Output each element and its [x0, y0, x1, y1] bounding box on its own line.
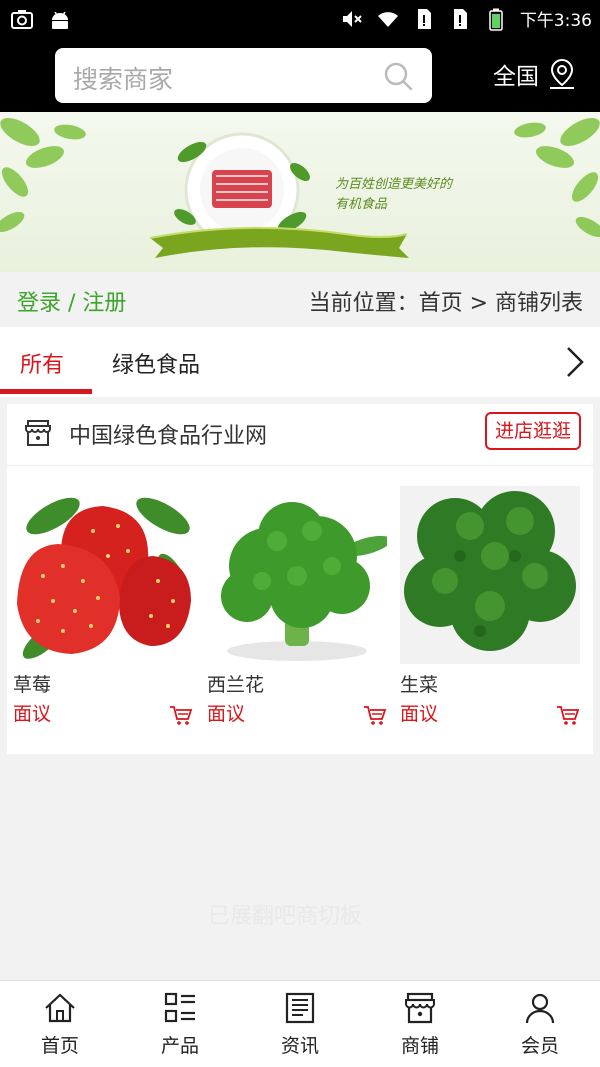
shop-icon	[25, 420, 51, 446]
screenshot-icon	[11, 10, 33, 29]
nav-home-label: 首页	[40, 1035, 79, 1057]
product-image-strawberry[interactable]	[13, 486, 193, 664]
home-icon	[45, 993, 75, 1023]
user-icon	[525, 993, 555, 1024]
cart-icon[interactable]	[363, 704, 387, 726]
breadcrumb: 当前位置：首页 > 商铺列表	[308, 291, 583, 316]
shop-icon	[405, 992, 435, 1024]
sim2-icon	[453, 8, 467, 29]
banner-slogan-1: 为百姓创造更美好的	[335, 177, 454, 192]
location-pin-icon	[550, 58, 574, 89]
news-icon	[285, 992, 315, 1024]
product-card[interactable]: 生菜 面议	[400, 486, 580, 726]
wifi-icon	[377, 11, 398, 27]
nav-products[interactable]: 产品	[120, 991, 240, 1058]
battery-icon	[489, 8, 503, 31]
breadcrumb-bar: 登录 / 注册 当前位置：首页 > 商铺列表	[0, 272, 600, 327]
sim1-icon	[417, 8, 431, 29]
banner-illustration: 为百姓创造更美好的 有机食品	[0, 118, 600, 258]
banner-slogan-2: 有机食品	[335, 196, 388, 212]
nav-shops-label: 商铺	[400, 1035, 439, 1057]
product-image-broccoli[interactable]	[207, 486, 387, 664]
chevron-right-icon[interactable]	[564, 345, 586, 379]
product-name[interactable]: 西兰花	[207, 670, 387, 697]
product-card[interactable]: 西兰花 面议	[207, 486, 387, 726]
region-label: 全国	[493, 64, 539, 90]
product-price: 面议	[13, 703, 52, 725]
nav-shops[interactable]: 商铺	[360, 991, 480, 1058]
nav-member-label: 会员	[520, 1035, 559, 1057]
nav-home[interactable]: 首页	[0, 991, 120, 1058]
product-name[interactable]: 生菜	[400, 670, 580, 697]
visit-shop-button[interactable]: 进店逛逛	[485, 412, 581, 450]
shop-card-header: 中国绿色食品行业网 进店逛逛	[7, 404, 593, 466]
tab-all[interactable]: 所有	[20, 347, 64, 379]
product-price: 面议	[400, 703, 439, 725]
bottom-navigation: 首页 产品 资讯 商铺 会员	[0, 980, 600, 1067]
search-icon[interactable]	[382, 60, 414, 92]
nav-news-label: 资讯	[280, 1035, 319, 1057]
shop-name[interactable]: 中国绿色食品行业网	[69, 418, 267, 450]
category-tabs: 所有 绿色食品	[0, 327, 600, 397]
grid-list-icon	[164, 992, 195, 1023]
login-register-link[interactable]: 登录 / 注册	[17, 285, 126, 317]
cart-icon[interactable]	[169, 704, 193, 726]
cart-icon[interactable]	[556, 704, 580, 726]
region-selector[interactable]: 全国	[493, 57, 577, 91]
product-card[interactable]: 草莓 面议	[13, 486, 193, 726]
search-placeholder: 搜索商家	[73, 65, 174, 94]
nav-news[interactable]: 资讯	[240, 991, 360, 1058]
mute-icon	[342, 10, 362, 27]
product-price: 面议	[207, 703, 246, 725]
active-tab-indicator	[0, 389, 92, 394]
nav-member[interactable]: 会员	[480, 991, 600, 1058]
product-name[interactable]: 草莓	[13, 670, 193, 697]
promo-banner[interactable]: 为百姓创造更美好的 有机食品	[0, 112, 600, 272]
android-icon	[52, 11, 68, 29]
watermark-text: 已展翻吧商切板	[208, 904, 363, 929]
product-image-lettuce[interactable]	[400, 486, 580, 664]
status-bar: 下午3:36	[0, 0, 600, 40]
top-header: 搜索商家 全国	[0, 40, 600, 112]
search-input[interactable]: 搜索商家	[55, 48, 432, 103]
clock: 下午3:36	[519, 11, 592, 31]
shop-card: 中国绿色食品行业网 进店逛逛 草莓 面议 西兰花 面议 生菜 面议	[7, 404, 593, 754]
nav-products-label: 产品	[160, 1035, 199, 1057]
tab-green-food[interactable]: 绿色食品	[112, 347, 200, 379]
